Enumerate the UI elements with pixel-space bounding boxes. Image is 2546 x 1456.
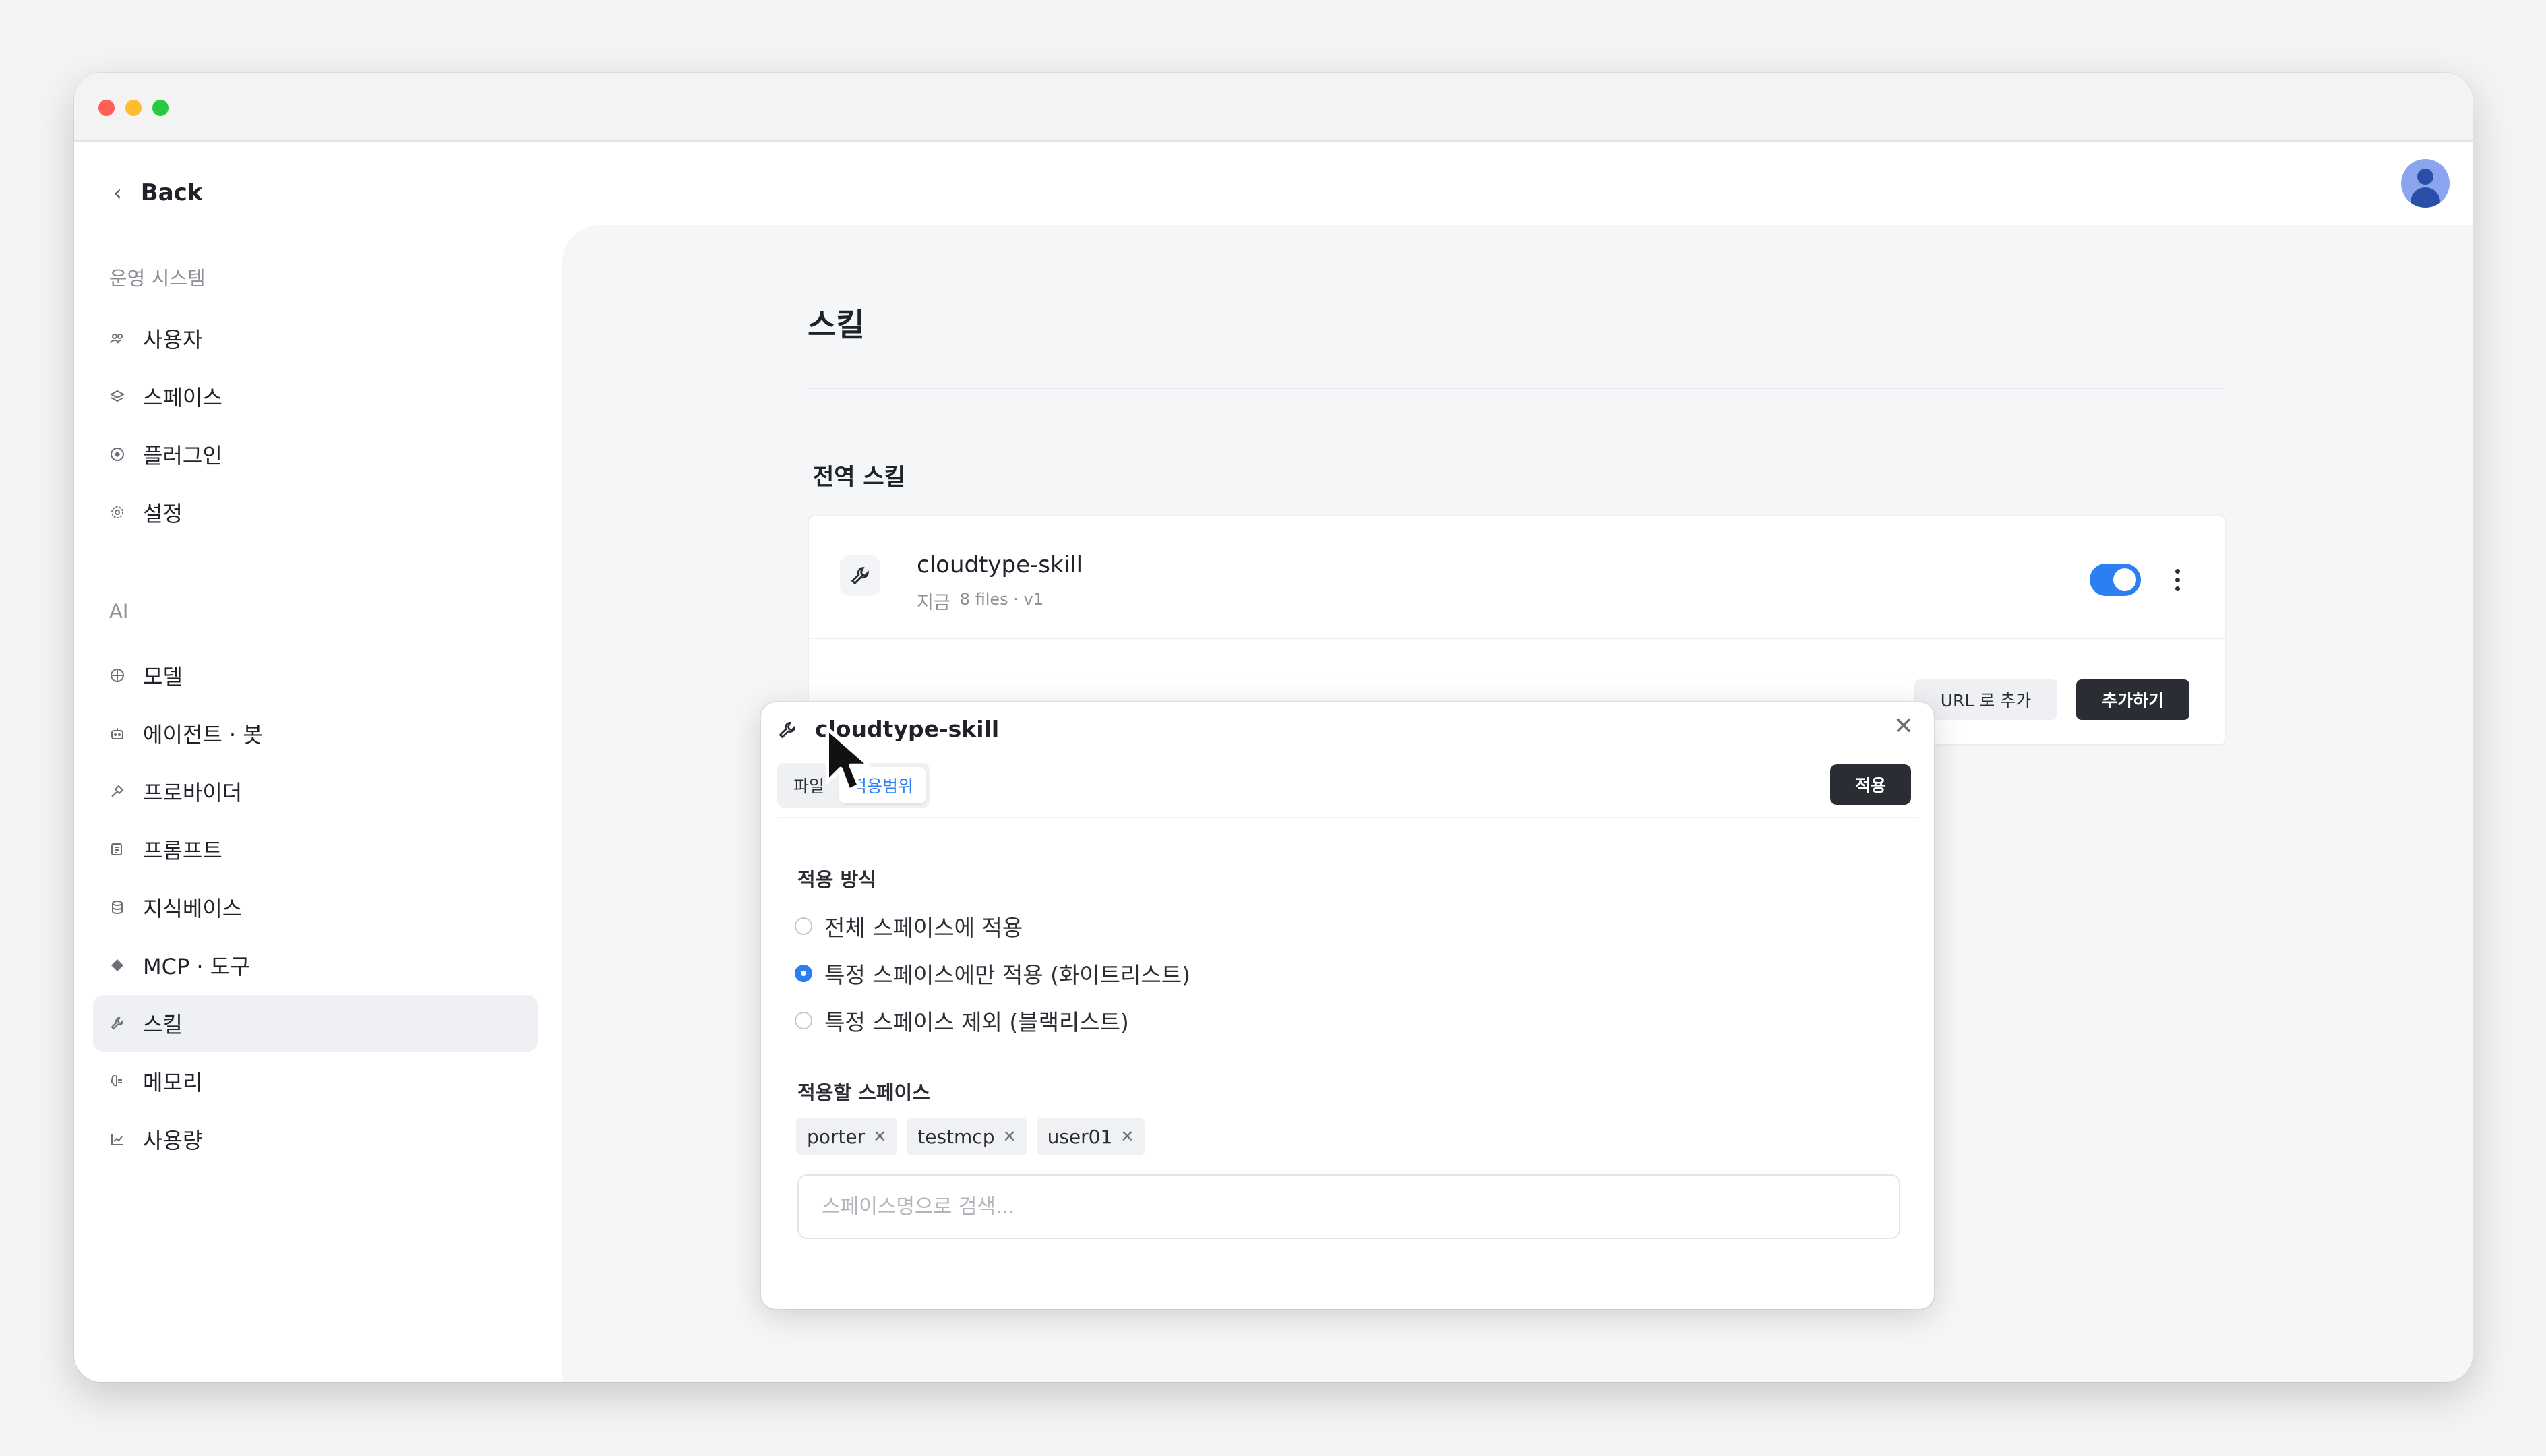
sidebar-item-label: 스킬 — [143, 1012, 183, 1037]
sidebar-item-label: MCP · 도구 — [143, 954, 250, 979]
sidebar-item-usage[interactable]: 사용량 — [93, 1111, 538, 1167]
remove-chip-icon[interactable]: ✕ — [1002, 1127, 1016, 1146]
skill-name: cloudtype-skill — [917, 551, 1083, 578]
sidebar-item-label: 프로바이더 — [143, 780, 243, 806]
tool-icon — [109, 957, 125, 973]
sidebar-item-skills[interactable]: 스킬 — [93, 995, 538, 1052]
sidebar-item-label: 사용량 — [143, 1128, 203, 1153]
sidebar-item-label: 에이전트 · 봇 — [143, 722, 263, 748]
sidebar-item-label: 플러그인 — [143, 443, 222, 468]
apply-mode-label: 적용 방식 — [797, 868, 876, 891]
sidebar-item-prompts[interactable]: 프롬프트 — [93, 821, 538, 878]
sidebar-item-label: 메모리 — [143, 1070, 203, 1095]
app-window: ‹ Back 운영 시스템 사용자 스페이스 플러그인 설정 AI 모델 에이전… — [74, 73, 2473, 1382]
apply-button[interactable]: 적용 — [1830, 764, 1911, 805]
avatar[interactable] — [2401, 159, 2450, 208]
close-icon[interactable]: ✕ — [1893, 715, 1914, 739]
plugin-icon — [109, 446, 125, 462]
sidebar-item-settings[interactable]: 설정 — [93, 484, 538, 541]
target-spaces-label: 적용할 스페이스 — [797, 1081, 930, 1104]
sidebar-item-knowledge-base[interactable]: 지식베이스 — [93, 879, 538, 936]
space-chip: user01 ✕ — [1036, 1118, 1145, 1155]
model-icon — [109, 667, 125, 684]
layers-icon — [109, 388, 125, 404]
card-divider — [809, 638, 2225, 639]
more-options-icon[interactable] — [2171, 564, 2184, 596]
sidebar-item-label: 스페이스 — [143, 385, 222, 411]
bot-icon — [109, 725, 125, 741]
section-title: 전역 스킬 — [813, 464, 905, 491]
database-icon — [109, 899, 125, 915]
page-title: 스킬 — [808, 307, 865, 343]
sidebar-item-memory[interactable]: 메모리 — [93, 1053, 538, 1110]
avatar-head — [2417, 169, 2433, 185]
remove-chip-icon[interactable]: ✕ — [1120, 1127, 1134, 1146]
back-button[interactable]: ‹ Back — [113, 179, 202, 206]
skill-meta: 지금 8 files · v1 — [917, 588, 1043, 614]
mouse-cursor-icon — [825, 727, 871, 793]
title-divider — [808, 388, 2226, 389]
chip-label: porter — [807, 1125, 866, 1148]
wrench-icon — [773, 716, 801, 744]
memory-icon — [109, 1073, 125, 1089]
maximize-window-button[interactable] — [152, 100, 169, 116]
add-by-url-button[interactable]: URL 로 추가 — [1914, 679, 2057, 720]
sidebar-section-ops: 운영 시스템 — [109, 267, 206, 290]
radio-label: 특정 스페이스에만 적용 (화이트리스트) — [824, 962, 1190, 988]
back-label: Back — [140, 179, 203, 206]
radio-label: 특정 스페이스 제외 (블랙리스트) — [824, 1009, 1129, 1035]
radio-label: 전체 스페이스에 적용 — [824, 915, 1023, 941]
chart-icon — [109, 1131, 125, 1147]
space-chip: porter ✕ — [796, 1118, 898, 1155]
wrench-icon — [840, 555, 880, 596]
users-icon — [109, 330, 125, 346]
sidebar-item-label: 프롬프트 — [143, 838, 222, 863]
close-window-button[interactable] — [98, 100, 115, 116]
radio-option-blacklist[interactable]: 특정 스페이스 제외 (블랙리스트) — [795, 1004, 1129, 1037]
provider-icon — [109, 783, 125, 799]
add-skill-button[interactable]: 추가하기 — [2076, 679, 2189, 720]
title-bar — [74, 73, 2473, 142]
gear-icon — [109, 504, 125, 520]
radio-button-checked[interactable] — [795, 965, 812, 982]
sidebar-item-models[interactable]: 모델 — [93, 647, 538, 704]
minimize-window-button[interactable] — [125, 100, 142, 116]
sidebar-item-label: 모델 — [143, 664, 183, 690]
sidebar-section-ai: AI — [109, 600, 129, 623]
skill-scope-popup: cloudtype-skill ✕ 파일 적용범위 적용 적용 방식 전체 스페… — [761, 702, 1934, 1309]
sidebar-item-label: 사용자 — [143, 327, 203, 353]
skill-files-version: 8 files · v1 — [959, 590, 1043, 609]
space-search-input[interactable] — [797, 1174, 1900, 1239]
radio-button[interactable] — [795, 917, 812, 935]
sidebar-item-spaces[interactable]: 스페이스 — [93, 368, 538, 425]
sidebar-item-agents[interactable]: 에이전트 · 봇 — [93, 705, 538, 762]
prompt-icon — [109, 841, 125, 857]
sidebar-item-label: 지식베이스 — [143, 896, 243, 921]
sidebar-item-mcp-tools[interactable]: MCP · 도구 — [93, 937, 538, 994]
chevron-left-icon: ‹ — [113, 180, 122, 206]
avatar-body — [2411, 187, 2440, 208]
remove-chip-icon[interactable]: ✕ — [873, 1127, 886, 1146]
skill-time: 지금 — [917, 593, 950, 613]
chip-label: testmcp — [917, 1125, 995, 1148]
radio-button[interactable] — [795, 1012, 812, 1029]
sidebar-item-label: 설정 — [143, 501, 183, 526]
wrench-icon — [109, 1015, 125, 1031]
sidebar-item-users[interactable]: 사용자 — [93, 310, 538, 367]
popup-divider — [777, 817, 1918, 818]
chip-label: user01 — [1047, 1125, 1113, 1148]
selected-spaces: porter ✕ testmcp ✕ user01 ✕ — [796, 1118, 1145, 1155]
toggle-knob — [2113, 568, 2136, 591]
sidebar-item-providers[interactable]: 프로바이더 — [93, 763, 538, 820]
radio-option-all-spaces[interactable]: 전체 스페이스에 적용 — [795, 910, 1023, 942]
space-chip: testmcp ✕ — [907, 1118, 1027, 1155]
skill-enabled-toggle[interactable] — [2090, 564, 2141, 596]
radio-option-whitelist[interactable]: 특정 스페이스에만 적용 (화이트리스트) — [795, 957, 1190, 990]
sidebar-item-plugins[interactable]: 플러그인 — [93, 426, 538, 483]
